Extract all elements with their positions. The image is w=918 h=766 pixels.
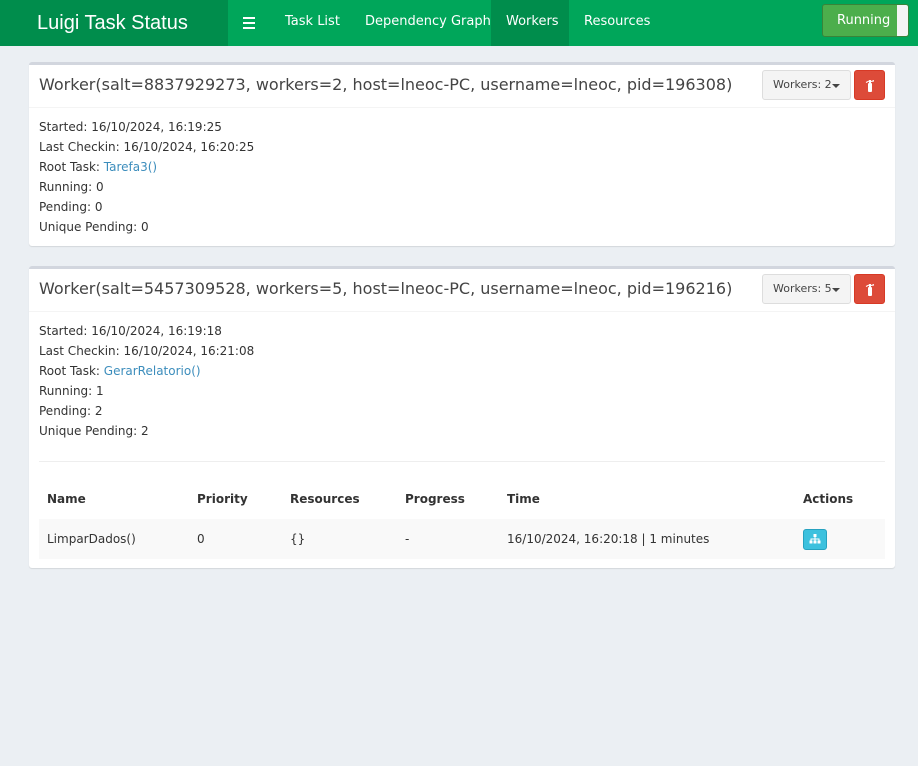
root-task-link[interactable]: Tarefa3() — [104, 160, 157, 174]
task-name: LimparDados() — [39, 519, 189, 559]
fire-extinguisher-icon — [865, 79, 874, 92]
unique-pending-line: Unique Pending: 0 — [39, 220, 149, 234]
running-toggle[interactable]: Running — [822, 4, 909, 37]
nav-workers[interactable]: Workers — [491, 0, 569, 46]
running-line: Running: 1 — [39, 384, 104, 398]
fire-extinguisher-icon — [865, 283, 874, 296]
col-priority[interactable]: Priority — [189, 479, 282, 519]
table-header-row: Name Priority Resources Progress Time Ac… — [39, 479, 885, 519]
col-time[interactable]: Time — [499, 479, 795, 519]
unique-pending-line: Unique Pending: 2 — [39, 424, 149, 438]
dependency-graph-button[interactable] — [803, 528, 827, 550]
started-value: 16/10/2024, 16:19:18 — [91, 324, 222, 338]
caret-down-icon — [832, 288, 840, 292]
root-task-line: Root Task: GerarRelatorio() — [39, 364, 201, 378]
worker-box: Worker(salt=5457309528, workers=5, host=… — [29, 266, 895, 568]
running-tasks-table: Name Priority Resources Progress Time Ac… — [39, 479, 885, 559]
col-resources[interactable]: Resources — [282, 479, 397, 519]
caret-down-icon — [832, 84, 840, 88]
disable-worker-button[interactable] — [854, 70, 885, 100]
nav-task-list[interactable]: Task List — [270, 0, 355, 46]
pending-line: Pending: 0 — [39, 200, 103, 214]
started-line: Started: 16/10/2024, 16:19:25 — [39, 120, 222, 134]
started-value: 16/10/2024, 16:19:25 — [91, 120, 222, 134]
workers-count-label: Workers: 2 — [773, 78, 832, 91]
pending-line: Pending: 2 — [39, 404, 103, 418]
workers-count-dropdown[interactable]: Workers: 5 — [762, 274, 851, 304]
root-task-link[interactable]: GerarRelatorio() — [104, 364, 201, 378]
worker-header: Worker(salt=8837929273, workers=2, host=… — [29, 65, 895, 108]
root-task-line: Root Task: Tarefa3() — [39, 160, 158, 174]
running-label: Running — [837, 13, 891, 28]
worker-details: Started: 16/10/2024, 16:19:25 Last Check… — [29, 108, 895, 237]
last-checkin-line: Last Checkin: 16/10/2024, 16:20:25 — [39, 140, 255, 154]
navbar: Luigi Task Status Task List Dependency G… — [0, 0, 918, 46]
workers-count-label: Workers: 5 — [773, 282, 832, 295]
col-name[interactable]: Name — [39, 479, 189, 519]
toggle-knob[interactable] — [897, 5, 908, 36]
sidebar-toggle-button[interactable] — [228, 0, 270, 46]
worker-details: Started: 16/10/2024, 16:19:18 Last Check… — [29, 312, 895, 559]
table-row: LimparDados() 0 {} - 16/10/2024, 16:20:1… — [39, 519, 885, 559]
started-line: Started: 16/10/2024, 16:19:18 — [39, 324, 222, 338]
worker-header: Worker(salt=5457309528, workers=5, host=… — [29, 269, 895, 312]
workers-count-dropdown[interactable]: Workers: 2 — [762, 70, 851, 100]
task-progress: - — [397, 519, 499, 559]
task-actions — [795, 519, 885, 559]
col-actions: Actions — [803, 492, 854, 506]
worker-box: Worker(salt=8837929273, workers=2, host=… — [29, 62, 895, 246]
app-title[interactable]: Luigi Task Status — [0, 0, 228, 46]
checkin-value: 16/10/2024, 16:20:25 — [123, 140, 255, 154]
checkin-value: 16/10/2024, 16:21:08 — [123, 344, 255, 358]
nav-resources[interactable]: Resources — [569, 0, 665, 46]
running-line: Running: 0 — [39, 180, 104, 194]
task-time: 16/10/2024, 16:20:18 | 1 minutes — [499, 519, 795, 559]
divider — [39, 461, 885, 462]
task-priority: 0 — [189, 519, 282, 559]
worker-title: Worker(salt=5457309528, workers=5, host=… — [39, 279, 733, 298]
last-checkin-line: Last Checkin: 16/10/2024, 16:21:08 — [39, 344, 255, 358]
task-resources: {} — [282, 519, 397, 559]
hamburger-icon — [243, 16, 255, 31]
sitemap-icon — [809, 534, 821, 544]
nav-dependency-graph[interactable]: Dependency Graph — [350, 0, 506, 46]
disable-worker-button[interactable] — [854, 274, 885, 304]
worker-title: Worker(salt=8837929273, workers=2, host=… — [39, 75, 733, 94]
col-progress[interactable]: Progress — [397, 479, 499, 519]
